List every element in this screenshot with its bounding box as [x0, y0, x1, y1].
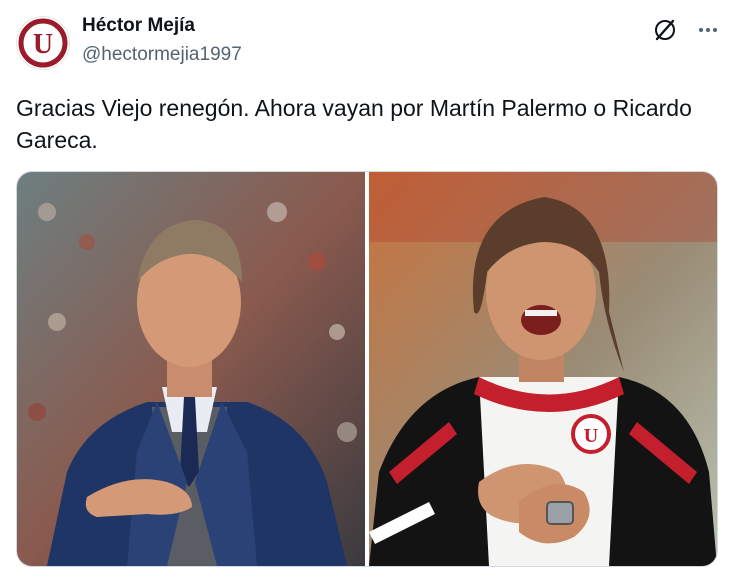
more-dot: [699, 28, 703, 32]
photo-man-shouting-in-u-jacket: U: [369, 172, 717, 566]
author-avatar[interactable]: U: [16, 16, 70, 70]
author-handle[interactable]: @hectormejia1997: [82, 44, 242, 66]
photo-left[interactable]: [17, 172, 365, 566]
author-display-name[interactable]: Héctor Mejía: [82, 15, 195, 37]
universitario-crest-icon: U: [18, 18, 68, 68]
photo-man-in-blue-suit: [17, 172, 365, 566]
more-options-icon[interactable]: [694, 17, 722, 43]
more-dot: [706, 28, 710, 32]
media-grid: U: [16, 171, 718, 567]
more-dot: [713, 28, 717, 32]
avatar-letter: U: [33, 29, 53, 60]
tweet-text: Gracias Viejo renegón. Ahora vayan por M…: [16, 95, 699, 153]
jacket-crest-letter: U: [584, 425, 598, 447]
tweet-card: U Héctor Mejía @hectormejia1997 Gracias …: [0, 0, 746, 581]
photo-right[interactable]: U: [369, 172, 717, 566]
grok-icon[interactable]: [652, 17, 678, 43]
